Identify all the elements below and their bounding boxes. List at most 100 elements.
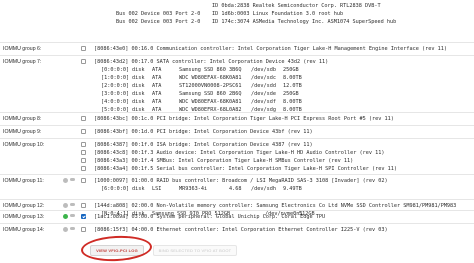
pci-bus-address: 02:00.0 — [131, 203, 154, 209]
disk-field: [6:0:0:0] — [101, 186, 130, 192]
link-icon[interactable] — [70, 214, 75, 217]
device-checkbox[interactable] — [81, 116, 86, 121]
group-separator — [0, 210, 474, 211]
disk-size: 12.0TB — [283, 83, 302, 89]
disk-field: [3:0:0:0] — [101, 91, 130, 97]
pci-device-description: Communication controller: Intel Corporat… — [156, 46, 447, 52]
status-icon — [63, 203, 68, 208]
pci-device-id: [8086:43c8] — [94, 150, 129, 156]
device-checkbox[interactable] — [81, 214, 86, 219]
pci-bus-address: 00:1f.5 — [131, 166, 154, 172]
pci-device-row: [8086:43c8] 00:1f.3 Audio device: Intel … — [94, 149, 384, 157]
disk-field: ATA — [152, 91, 162, 97]
disk-field: disk — [132, 91, 145, 97]
disk-field: LSI — [152, 186, 162, 192]
disk-field: WDC WD80EFAX-68K — [179, 75, 229, 81]
device-checkbox[interactable] — [81, 150, 86, 155]
disk-field: WDC WD80EFAX-68K — [179, 99, 229, 105]
iommu-group-label: IOMMU group 13: — [3, 214, 45, 220]
pci-device-description: Serial bus controller: Intel Corporation… — [156, 166, 397, 172]
active-status-icon — [63, 214, 68, 219]
link-icon[interactable] — [70, 178, 75, 181]
status-icon — [63, 178, 68, 183]
pci-device-id: [8086:15f3] — [94, 227, 129, 233]
disk-field: disk — [132, 75, 145, 81]
disk-field: [4:0:0:0] — [101, 99, 130, 105]
pci-device-row: [8086:43e0] 00:16.0 Communication contro… — [94, 45, 447, 53]
disk-field: 0A81 — [229, 75, 242, 81]
usb-device-id: ID 0bda:2838 Realtek Semiconductor Corp.… — [212, 3, 381, 9]
disk-field: [2:0:0:0] — [101, 83, 130, 89]
pci-device-description: RAID bus controller: Broadcom / LSI Mega… — [156, 178, 388, 184]
pci-bus-address: 00:17.0 — [131, 59, 154, 65]
pci-bus-address: 00:1c.0 — [131, 116, 154, 122]
iommu-group-label: IOMMU group 10: — [3, 142, 45, 148]
disk-size: 8.00TB — [283, 75, 302, 81]
status-icon — [63, 227, 68, 232]
disk-field: /dev/sde — [251, 91, 276, 97]
device-checkbox[interactable] — [81, 166, 86, 171]
pci-device-description: System peripheral: Global Unichip Corp. … — [156, 214, 326, 220]
pci-device-row: [8086:43a4] 00:1f.5 Serial bus controlle… — [94, 165, 397, 173]
device-checkbox[interactable] — [81, 178, 86, 183]
iommu-group-label: IOMMU group 8: — [3, 116, 42, 122]
disk-size: 9.49TB — [283, 186, 302, 192]
iommu-group-label: IOMMU group 12: — [3, 203, 45, 209]
disk-field: ST12000VN0008-2P — [179, 83, 229, 89]
usb-bus-info: Bus 002 Device 003 Port 2-0 — [116, 19, 201, 25]
disk-field: [0:0:0:0] — [101, 67, 130, 73]
device-checkbox[interactable] — [81, 158, 86, 163]
usb-bus-info: Bus 002 Device 003 Port 2-0 — [116, 11, 201, 17]
pci-device-description: Non-Volatile memory controller: Samsung … — [156, 203, 457, 209]
pci-bus-address: 00:1d.0 — [131, 129, 154, 135]
view-vfio-pci-log-button[interactable]: View VFIO-PCI Log — [90, 245, 144, 256]
pci-bus-address: 00:1f.4 — [131, 158, 154, 164]
disk-field: disk — [132, 67, 145, 73]
pci-bus-address: 00:1f.3 — [131, 150, 154, 156]
device-checkbox[interactable] — [81, 227, 86, 232]
usb-device-id: ID 1d6b:0003 Linux Foundation 3.0 root h… — [212, 11, 344, 17]
link-icon[interactable] — [70, 227, 75, 230]
pci-bus-address: 03:00.0 — [131, 214, 154, 220]
iommu-group-label: IOMMU group 14: — [3, 227, 45, 233]
device-checkbox[interactable] — [81, 46, 86, 51]
group-separator — [0, 55, 474, 56]
device-checkbox[interactable] — [81, 59, 86, 64]
disk-field: [1:0:0:0] — [101, 75, 130, 81]
disk-field: ATA — [152, 67, 162, 73]
link-icon[interactable] — [70, 203, 75, 206]
bind-selected-vfio-button[interactable]: Bind selected to VFIO at Boot — [153, 245, 237, 256]
disk-field: 4.68 — [229, 186, 242, 192]
group-separator — [0, 42, 474, 43]
group-separator — [0, 199, 474, 200]
pci-device-description: SMBus: Intel Corporation Tiger Lake-H SM… — [156, 158, 354, 164]
iommu-group-label: IOMMU group 9: — [3, 129, 42, 135]
disk-field: disk — [132, 99, 145, 105]
pci-bus-address: 01:00.0 — [131, 178, 154, 184]
pci-device-description: Audio device: Intel Corporation Tiger La… — [156, 150, 385, 156]
device-checkbox[interactable] — [81, 203, 86, 208]
disk-size: 8.00TB — [283, 99, 302, 105]
pci-device-id: [8086:4387] — [94, 142, 129, 148]
pci-bus-address: 00:16.0 — [131, 46, 154, 52]
device-checkbox[interactable] — [81, 129, 86, 134]
group-separator — [0, 125, 474, 126]
iommu-group-label: IOMMU group 11: — [3, 178, 44, 184]
disk-field: /dev/sdc — [251, 75, 276, 81]
pci-bus-address: 00:1f.0 — [131, 142, 154, 148]
pci-device-id: [144d:a808] — [94, 203, 129, 209]
pci-device-id: [8086:43a3] — [94, 158, 129, 164]
disk-field: SC61 — [229, 83, 242, 89]
pci-device-row: [1ac1:089a] 03:00.0 System peripheral: G… — [94, 213, 325, 221]
pci-device-row: [8086:43a3] 00:1f.4 SMBus: Intel Corpora… — [94, 157, 353, 165]
pci-device-row: [8086:43d2] 00:17.0 SATA controller: Int… — [94, 58, 328, 66]
disk-size: 250GB — [283, 91, 299, 97]
pci-device-description: PCI bridge: Intel Corporation Device 43b… — [156, 129, 313, 135]
pci-device-row: [8086:43bf] 00:1d.0 PCI bridge: Intel Co… — [94, 128, 313, 136]
group-separator — [0, 223, 474, 224]
pci-device-description: ISA bridge: Intel Corporation Device 438… — [156, 142, 313, 148]
pci-device-row: [8086:15f3] 04:00.0 Ethernet controller:… — [94, 226, 388, 234]
pci-device-row: [8086:43bc] 00:1c.0 PCI bridge: Intel Co… — [94, 115, 394, 123]
device-checkbox[interactable] — [81, 142, 86, 147]
disk-field: /dev/sdf — [251, 99, 276, 105]
